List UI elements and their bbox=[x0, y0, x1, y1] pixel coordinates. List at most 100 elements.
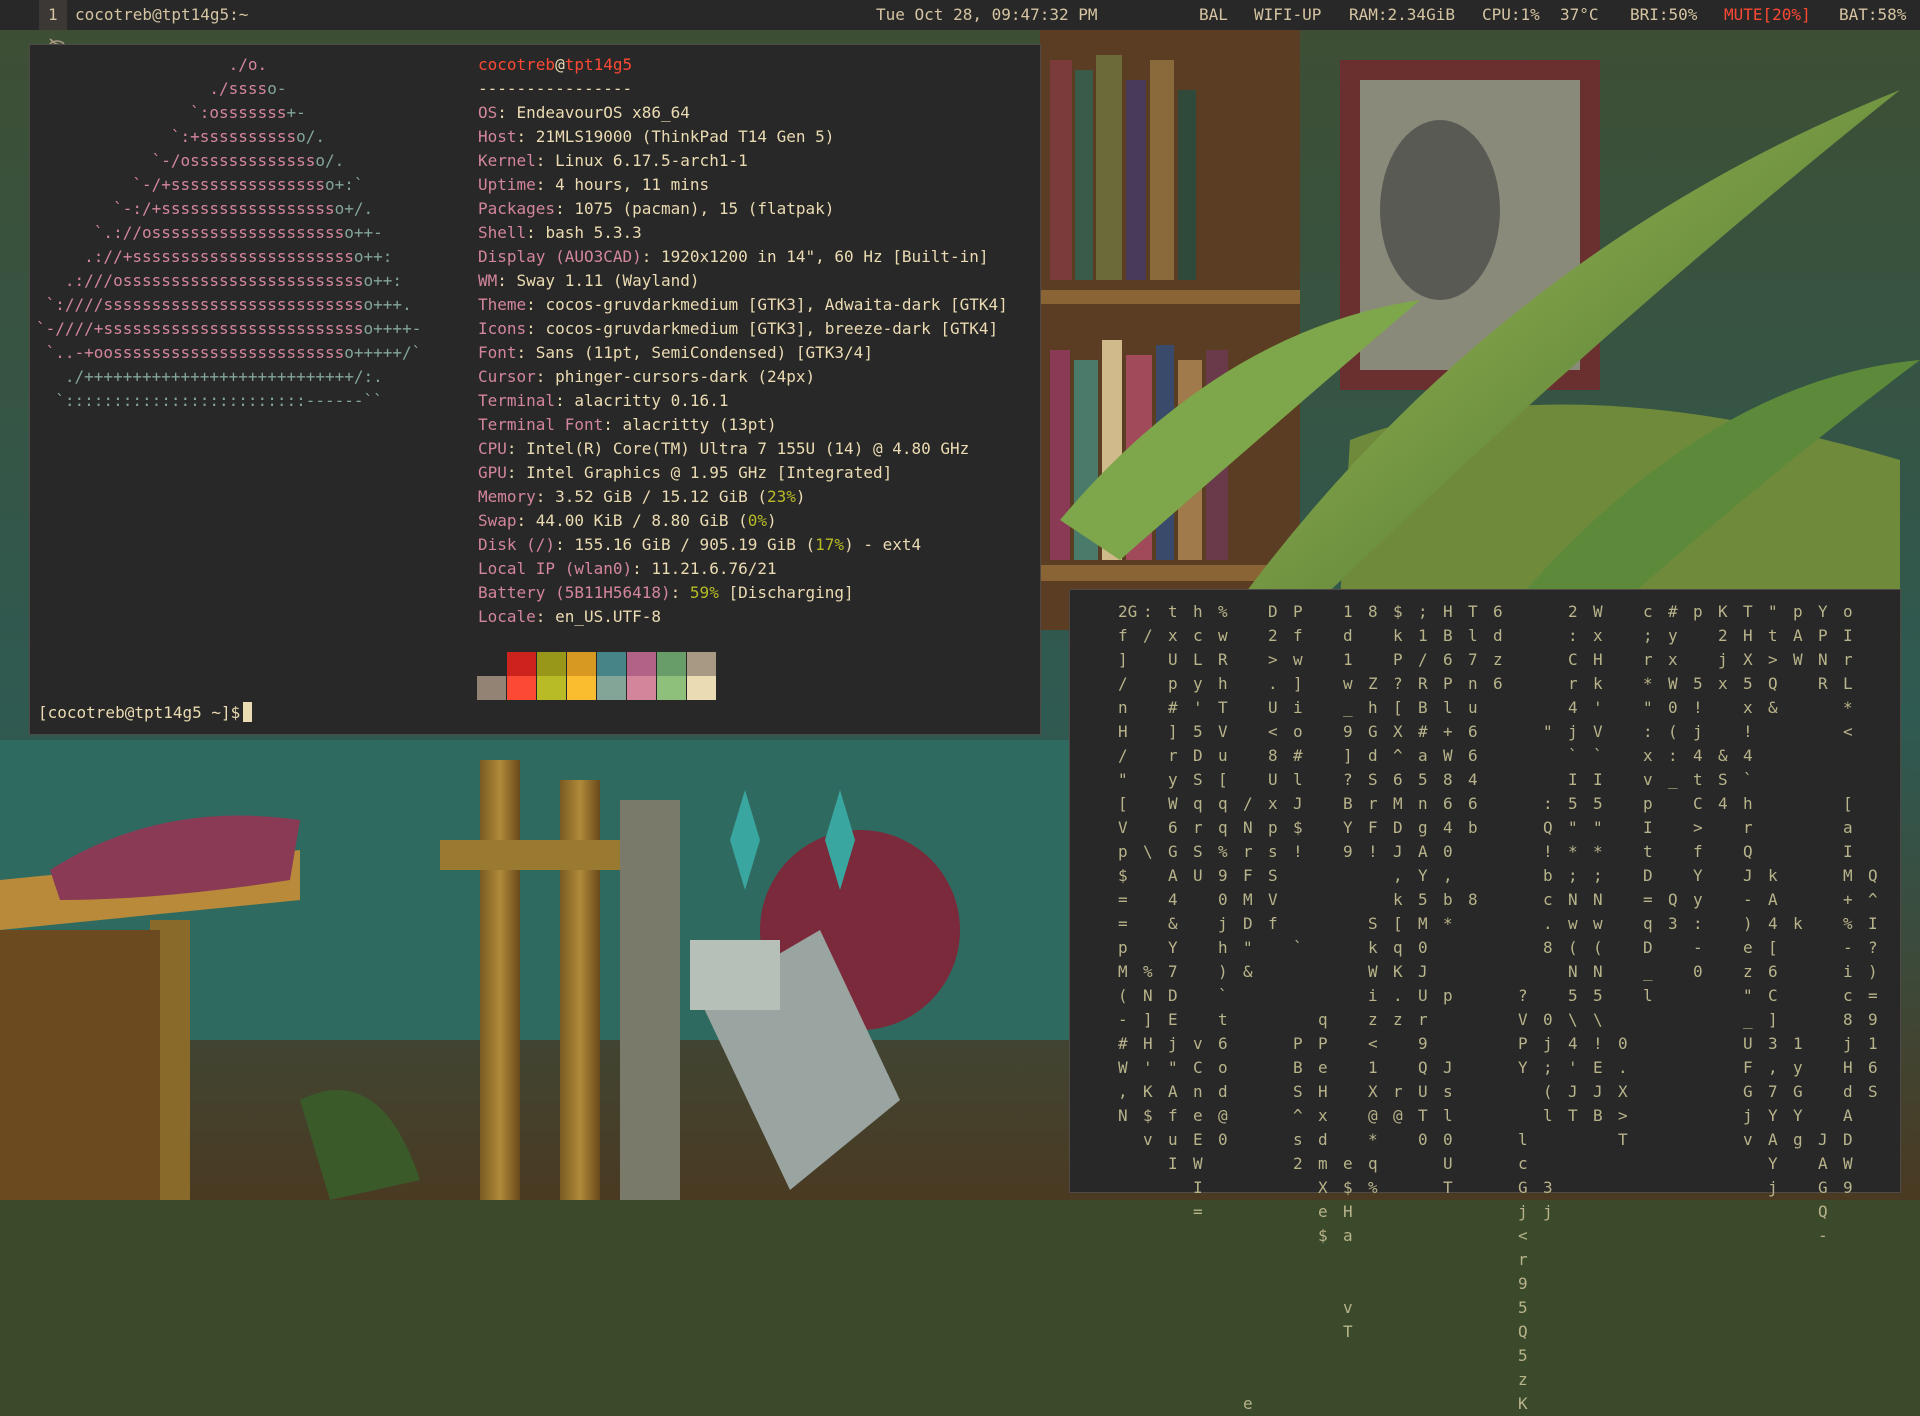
logo-line: .://+ssssssssssssssssssssssso++: bbox=[36, 247, 393, 266]
matrix-column: D 2 > . U < 8 U x p s S V f bbox=[1268, 602, 1278, 933]
shell-prompt[interactable]: [cocotreb@tpt14g5 ~]$ bbox=[38, 701, 253, 725]
fetch-row: Theme: cocos-gruvdarkmedium [GTK3], Adwa… bbox=[478, 295, 1008, 314]
fetch-label: Packages bbox=[478, 199, 556, 218]
matrix-column: 0 . X > T bbox=[1618, 1034, 1628, 1149]
fetch-row: GPU: Intel Graphics @ 1.95 GHz [Integrat… bbox=[478, 463, 893, 482]
palette-swatch bbox=[687, 652, 716, 676]
fetch-row: Font: Sans (11pt, SemiCondensed) [GTK3/4… bbox=[478, 343, 873, 362]
fetch-value: 1920x1200 in 14", 60 Hz [Built-in] bbox=[661, 247, 989, 266]
logo-line: ./sssso- bbox=[36, 79, 287, 98]
fetch-row: Terminal: alacritty 0.16.1 bbox=[478, 391, 729, 410]
fetch-row: Battery (5B11H56418): 59% [Discharging] bbox=[478, 583, 854, 602]
logo-line: `:osssssss+- bbox=[36, 103, 306, 122]
fetch-value: Linux 6.17.5-arch1-1 bbox=[555, 151, 748, 170]
fetch-value: 11.21.6.76/21 bbox=[651, 559, 777, 578]
fetch-row: Display (AUO3CAD): 1920x1200 in 14", 60 … bbox=[478, 247, 989, 266]
matrix-column: W x H k ' V ` I 5 " * ; N w ( N 5 \ ! E … bbox=[1593, 602, 1603, 1125]
fetch-row: Packages: 1075 (pacman), 15 (flatpak) bbox=[478, 199, 835, 218]
fetch-row: Local IP (wlan0): 11.21.6.76/21 bbox=[478, 559, 777, 578]
logo-line: `:+sssssssssso/. bbox=[36, 127, 325, 146]
matrix-column: q P e H x d m X e $ bbox=[1318, 1010, 1328, 1245]
fetch-label: Font bbox=[478, 343, 517, 362]
status-temp: 37°C bbox=[1560, 5, 1599, 24]
matrix-column: # y x W 0 ( : _ Q 3 bbox=[1668, 602, 1678, 933]
matrix-column: p A W k 1 y G Y g bbox=[1793, 602, 1803, 1149]
fetch-label: Theme bbox=[478, 295, 527, 314]
fetch-label: Memory bbox=[478, 487, 536, 506]
matrix-column: 2G f ] / n H / " [ V p $ = = p M ( - # W… bbox=[1118, 602, 1138, 1125]
status-mute[interactable]: MUTE[20%] bbox=[1724, 0, 1811, 30]
status-battery: BAT:58% bbox=[1839, 5, 1907, 24]
matrix-column: Y P N R J A G Q - bbox=[1818, 602, 1828, 1245]
matrix-column: T l 7 n u 6 6 4 6 b 8 bbox=[1468, 602, 1478, 909]
palette-swatch bbox=[507, 652, 536, 676]
matrix-column: 1 d 1 w _ 9 ] ? B Y 9 e $ H a v T bbox=[1343, 602, 1353, 1341]
status-brightness[interactable]: BRI:50% bbox=[1630, 0, 1697, 30]
matrix-column: h c L y ' 5 D S q r S U v C n e E W I = bbox=[1193, 602, 1203, 1221]
fetch-label: Shell bbox=[478, 223, 527, 242]
fetch-user-host: cocotreb@tpt14g5 bbox=[478, 55, 633, 74]
fetch-label: Uptime bbox=[478, 175, 536, 194]
status-wifi[interactable]: WIFI-UP bbox=[1254, 0, 1321, 30]
matrix-column: 8 Z h G d S r F ! S k W i z < 1 X @ * q … bbox=[1368, 602, 1378, 1197]
matrix-column: " : Q ! b c . 8 0 j ; ( l 3 j bbox=[1543, 722, 1553, 1221]
logo-line: `:::::::::::::::::::::::::------`` bbox=[36, 391, 383, 410]
palette-swatch bbox=[567, 676, 596, 700]
clock: Tue Oct 28, 09:47:32 PM bbox=[876, 5, 1098, 24]
terminal-window-fetch[interactable]: ./o. ./sssso- `:osssssss+- `:+ssssssssss… bbox=[29, 44, 1041, 735]
text-cursor bbox=[243, 702, 253, 722]
palette-swatch bbox=[537, 676, 566, 700]
matrix-column: / N r F M D " & e bbox=[1243, 794, 1253, 1413]
logo-line: .:///ossssssssssssssssssssssssso++: bbox=[36, 271, 403, 290]
window-title: cocotreb@tpt14g5:~ bbox=[75, 5, 249, 24]
fetch-row: Locale: en_US.UTF-8 bbox=[478, 607, 662, 626]
fetch-value: Sans (11pt, SemiCondensed) [GTK3/4] bbox=[535, 343, 873, 362]
fetch-value: Intel(R) Core(TM) Ultra 7 155U (14) @ 4.… bbox=[526, 439, 970, 458]
fetch-row: Terminal Font: alacritty (13pt) bbox=[478, 415, 777, 434]
status-cpu: CPU:1% bbox=[1482, 5, 1540, 24]
palette-swatch bbox=[507, 676, 536, 700]
palette-swatch bbox=[657, 652, 686, 676]
matrix-column: ? V P Y l c G j < r 9 5 Q 5 z K bbox=[1518, 986, 1528, 1413]
fetch-value: Sway 1.11 (Wayland) bbox=[516, 271, 700, 290]
logo-line: ./o. bbox=[36, 55, 268, 74]
fetch-row: Uptime: 4 hours, 11 mins bbox=[478, 175, 710, 194]
fetch-row: Icons: cocos-gruvdarkmedium [GTK3], bree… bbox=[478, 319, 999, 338]
matrix-column: : / \ % N ] H ' K $ v bbox=[1143, 602, 1153, 1149]
fetch-label: Icons bbox=[478, 319, 527, 338]
matrix-column: o I r L * < [ a I M + % - i c 8 j H d A … bbox=[1843, 602, 1853, 1197]
fetch-label: OS bbox=[478, 103, 498, 122]
palette-swatch bbox=[477, 652, 506, 676]
status-bal: BAL bbox=[1199, 5, 1228, 24]
matrix-column: " t > Q & k A 4 [ 6 C ] 3 , 7 Y A Y j bbox=[1768, 602, 1778, 1197]
fetch-value: cocos-gruvdarkmedium [GTK3], Adwaita-dar… bbox=[545, 295, 1008, 314]
fetch-row: Kernel: Linux 6.17.5-arch1-1 bbox=[478, 151, 748, 170]
terminal-window-matrix[interactable]: 2G f ] / n H / " [ V p $ = = p M ( - # W… bbox=[1069, 589, 1901, 1413]
fetch-label: Display (AUO3CAD) bbox=[478, 247, 642, 266]
fetch-value: 21MLS19000 (ThinkPad T14 Gen 5) bbox=[535, 127, 835, 146]
fetch-row: Disk (/): 155.16 GiB / 905.19 GiB (17%) … bbox=[478, 535, 922, 554]
workspace-button[interactable]: 1 bbox=[39, 0, 67, 30]
fetch-row: Memory: 3.52 GiB / 15.12 GiB (23%) bbox=[478, 487, 806, 506]
matrix-column: p 5 ! j 4 t C > f Y y : - 0 bbox=[1693, 602, 1703, 981]
status-bar: 1 cocotreb@tpt14g5:~ Tue Oct 28, 09:47:3… bbox=[0, 0, 1920, 52]
matrix-column: 6 d z 6 bbox=[1493, 602, 1503, 693]
palette-swatch bbox=[657, 676, 686, 700]
matrix-column: T H X 5 x ! 4 ` h r Q J - ) e z " _ U F … bbox=[1743, 602, 1753, 1149]
logo-line: `-/ossssssssssssso/. bbox=[36, 151, 345, 170]
palette-swatch bbox=[567, 652, 596, 676]
fetch-value: Intel Graphics @ 1.95 GHz [Integrated] bbox=[526, 463, 893, 482]
fetch-label: CPU bbox=[478, 439, 507, 458]
matrix-column: ; 1 / R B # a 5 n g A Y 5 M 0 J U r 9 Q … bbox=[1418, 602, 1428, 1149]
fetch-value: EndeavourOS x86_64 bbox=[516, 103, 690, 122]
fetch-label: Swap bbox=[478, 511, 517, 530]
fetch-value: phinger-cursors-dark (24px) bbox=[555, 367, 816, 386]
fetch-value: 4 hours, 11 mins bbox=[555, 175, 710, 194]
fetch-row: WM: Sway 1.11 (Wayland) bbox=[478, 271, 700, 290]
logo-line: `.://osssssssssssssssssssso++- bbox=[36, 223, 383, 242]
fetch-value: alacritty (13pt) bbox=[622, 415, 777, 434]
fetch-label: Terminal Font bbox=[478, 415, 604, 434]
logo-line: `-:/+sssssssssssssssssso+/. bbox=[36, 199, 374, 218]
fetch-row: Shell: bash 5.3.3 bbox=[478, 223, 642, 242]
fetch-label: Cursor bbox=[478, 367, 536, 386]
